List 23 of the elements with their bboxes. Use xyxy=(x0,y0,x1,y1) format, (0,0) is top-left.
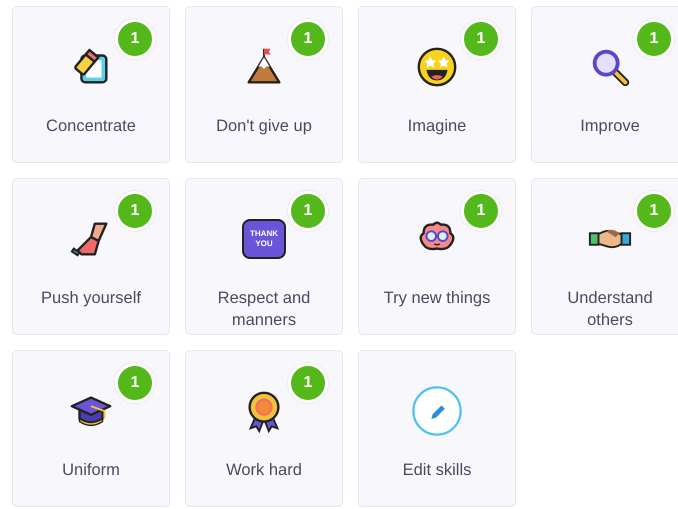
skill-card[interactable]: Understand others 1 xyxy=(531,178,678,335)
count-badge: 1 xyxy=(288,19,328,59)
skill-card[interactable]: Push yourself 1 xyxy=(12,178,170,335)
skill-card[interactable]: Try new things 1 xyxy=(358,178,516,335)
count-badge: 1 xyxy=(634,191,674,231)
count-badge: 1 xyxy=(461,191,501,231)
count-badge: 1 xyxy=(115,363,155,403)
skill-card[interactable]: Imagine 1 xyxy=(358,6,516,163)
skill-card[interactable]: Work hard 1 xyxy=(185,350,343,507)
skill-card[interactable]: THANK YOU Respect and manners 1 xyxy=(185,178,343,335)
skill-card[interactable]: Edit skills xyxy=(358,350,516,507)
count-badge: 1 xyxy=(288,363,328,403)
skill-card[interactable]: Uniform 1 xyxy=(12,350,170,507)
count-badge: 1 xyxy=(288,191,328,231)
thank-you-speech-bubble: THANK YOU xyxy=(242,219,286,259)
skill-card[interactable]: Concentrate 1 xyxy=(12,6,170,163)
count-badge: 1 xyxy=(461,19,501,59)
skill-card[interactable]: Don't give up 1 xyxy=(185,6,343,163)
count-badge: 1 xyxy=(634,19,674,59)
skill-card[interactable]: Improve 1 xyxy=(531,6,678,163)
count-badge: 1 xyxy=(115,19,155,59)
edit-icon xyxy=(410,384,464,438)
count-badge: 1 xyxy=(115,191,155,231)
